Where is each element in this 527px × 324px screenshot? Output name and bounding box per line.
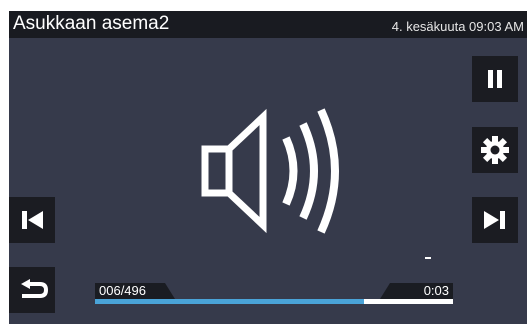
title-bar: Asukkaan asema2 4. kesäkuuta 09:03 AM — [9, 11, 527, 38]
back-arrow-icon — [21, 279, 48, 298]
back-button[interactable] — [9, 267, 55, 313]
date-time-label: 4. kesäkuuta 09:03 AM — [391, 19, 524, 34]
progress-bar[interactable] — [95, 299, 453, 304]
elapsed-time: 0:03 — [423, 283, 449, 298]
track-counter: 006/496 — [99, 283, 146, 298]
previous-track-button[interactable] — [9, 197, 55, 243]
skip-previous-icon — [22, 211, 43, 229]
gear-icon — [481, 136, 509, 164]
settings-button[interactable] — [472, 127, 518, 173]
skip-next-icon — [484, 211, 505, 229]
volume-level-marker — [425, 257, 431, 259]
next-track-button[interactable] — [472, 197, 518, 243]
screen-title: Asukkaan asema2 — [13, 13, 170, 34]
pause-button[interactable] — [472, 56, 518, 102]
player-screen: Asukkaan asema2 4. kesäkuuta 09:03 AM 00… — [9, 11, 527, 324]
pause-icon — [488, 70, 502, 88]
speaker-volume-icon — [201, 108, 339, 234]
progress-bar-fill — [95, 299, 364, 304]
